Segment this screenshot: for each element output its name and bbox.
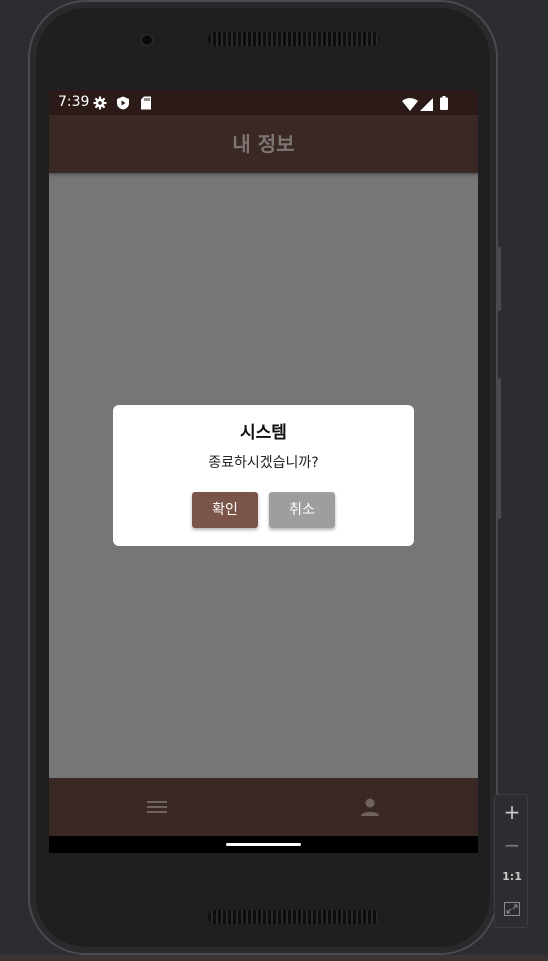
person-icon[interactable] <box>358 795 382 819</box>
emulator-bottom-strip <box>0 955 548 961</box>
gesture-navigation-bar <box>49 836 478 853</box>
gear-icon <box>93 95 107 114</box>
dialog-message: 종료하시겠습니까? <box>208 455 319 471</box>
power-button[interactable] <box>498 378 501 519</box>
exit-confirm-dialog: 시스템 종료하시겠습니까? 확인 취소 <box>113 405 414 546</box>
wifi-icon <box>402 96 418 115</box>
actual-size-button[interactable]: 1:1 <box>495 870 529 883</box>
fit-screen-icon[interactable] <box>495 901 529 920</box>
sd-card-icon <box>140 95 152 114</box>
bottom-speaker-grille <box>208 910 379 924</box>
menu-icon[interactable] <box>145 795 169 819</box>
zoom-in-button[interactable]: + <box>495 800 529 824</box>
zoom-out-button[interactable]: − <box>495 833 529 857</box>
bottom-navigation <box>49 778 478 836</box>
status-bar: 7:39 <box>49 90 478 115</box>
front-camera <box>141 34 153 46</box>
page-title: 내 정보 <box>232 132 295 156</box>
emulator-zoom-panel: + − 1:1 <box>494 794 528 928</box>
dialog-title: 시스템 <box>240 423 287 443</box>
app-bar: 내 정보 <box>49 115 478 173</box>
home-gesture-handle[interactable] <box>226 843 301 846</box>
battery-icon <box>440 95 448 114</box>
device-screen: 7:39 내 정보 시스템 종료하시겠습니까? 확인 취소 <box>49 90 478 853</box>
status-time: 7:39 <box>58 94 90 110</box>
confirm-button[interactable]: 확인 <box>192 492 258 528</box>
top-speaker-grille <box>208 32 379 46</box>
cancel-button[interactable]: 취소 <box>269 492 335 528</box>
play-protect-icon <box>116 95 130 114</box>
signal-icon <box>420 96 433 115</box>
volume-button[interactable] <box>498 247 501 311</box>
